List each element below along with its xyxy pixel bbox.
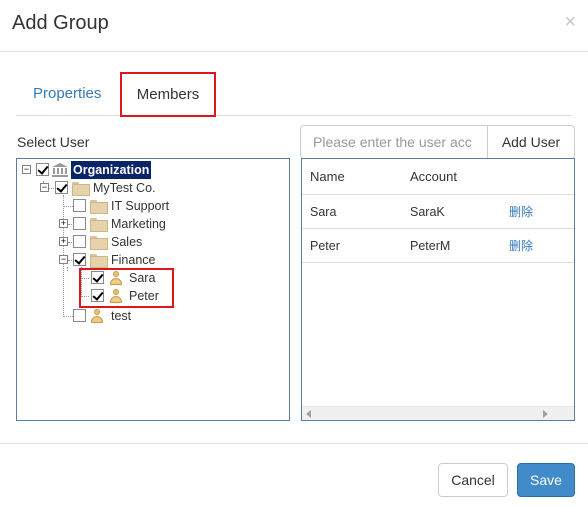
tab-properties[interactable]: Properties — [16, 72, 116, 116]
tree-node-department[interactable]: − Finance — [17, 251, 289, 269]
department-label[interactable]: Marketing — [111, 215, 166, 233]
column-header-name[interactable]: Name — [310, 159, 345, 195]
department-label[interactable]: Finance — [111, 251, 155, 269]
folder-icon — [72, 182, 90, 196]
collapse-icon[interactable]: − — [59, 255, 68, 264]
folder-icon — [90, 254, 108, 268]
member-name: Sara — [310, 205, 337, 219]
department-label[interactable]: IT Support — [111, 197, 169, 215]
expand-icon[interactable]: + — [59, 219, 68, 228]
organization-icon — [52, 163, 68, 177]
department-checkbox[interactable] — [73, 217, 86, 230]
user-icon — [90, 309, 104, 323]
table-row: Sara SaraK 删除 — [302, 195, 574, 229]
company-label[interactable]: MyTest Co. — [93, 179, 156, 197]
member-account: PeterM — [410, 239, 451, 253]
tree-node-department[interactable]: IT Support — [17, 197, 289, 215]
column-header-account[interactable]: Account — [410, 159, 457, 195]
delete-link[interactable]: 删除 — [509, 195, 533, 229]
tree-node-department[interactable]: + Marketing — [17, 215, 289, 233]
tab-bar: Properties Members — [16, 72, 572, 117]
close-icon[interactable]: × — [564, 12, 576, 32]
collapse-icon[interactable]: − — [40, 183, 49, 192]
dialog-header: Add Group × — [0, 0, 588, 52]
department-label[interactable]: Sales — [111, 233, 142, 251]
organization-label[interactable]: Organization — [71, 161, 152, 179]
user-label[interactable]: test — [111, 307, 131, 325]
members-grid: Name Account Sara SaraK 删除 Peter PeterM … — [301, 158, 575, 421]
expand-icon[interactable]: + — [59, 237, 68, 246]
member-account: SaraK — [410, 205, 445, 219]
tree-node-department[interactable]: + Sales — [17, 233, 289, 251]
tree-node-company[interactable]: − MyTest Co. — [17, 179, 289, 197]
horizontal-scrollbar[interactable] — [302, 406, 574, 420]
tree-node-user[interactable]: test — [17, 307, 289, 325]
scroll-right-icon[interactable] — [543, 410, 548, 418]
delete-link[interactable]: 删除 — [509, 229, 533, 263]
folder-icon — [90, 236, 108, 250]
dialog-title: Add Group — [12, 12, 109, 34]
save-button[interactable]: Save — [517, 463, 575, 497]
company-checkbox[interactable] — [55, 181, 68, 194]
highlight-box — [79, 268, 174, 308]
add-user-button[interactable]: Add User — [487, 125, 575, 159]
department-checkbox[interactable] — [73, 199, 86, 212]
folder-icon — [90, 218, 108, 232]
scroll-left-icon[interactable] — [306, 410, 311, 418]
tab-members[interactable]: Members — [120, 72, 216, 117]
user-search-input[interactable] — [300, 125, 488, 159]
cancel-button[interactable]: Cancel — [438, 463, 508, 497]
department-checkbox[interactable] — [73, 235, 86, 248]
tree-node-organization[interactable]: − Organization — [17, 161, 289, 179]
table-row: Peter PeterM 删除 — [302, 229, 574, 263]
department-checkbox[interactable] — [73, 253, 86, 266]
select-user-label: Select User — [17, 134, 90, 150]
user-checkbox[interactable] — [73, 309, 86, 322]
member-name: Peter — [310, 239, 340, 253]
folder-icon — [90, 200, 108, 214]
organization-checkbox[interactable] — [36, 163, 49, 176]
grid-header: Name Account — [302, 159, 574, 195]
collapse-icon[interactable]: − — [22, 165, 31, 174]
